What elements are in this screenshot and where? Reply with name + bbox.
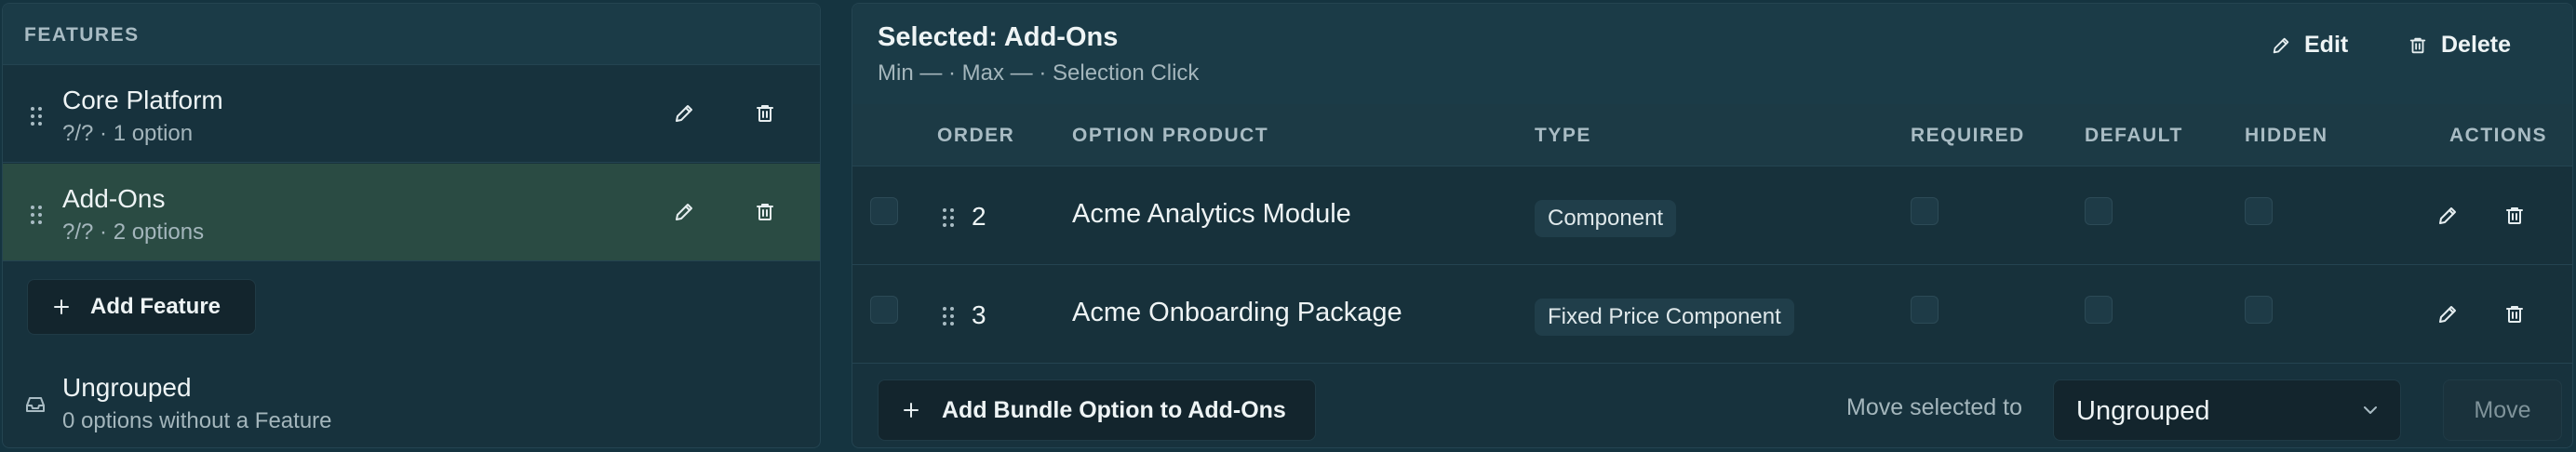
features-panel: FEATURES Core Platform ?/? · 1 option Ad… — [2, 3, 821, 448]
feature-subtitle: ?/? · 2 options — [62, 219, 205, 245]
ungrouped-subtitle: 0 options without a Feature — [62, 408, 332, 433]
row-select-checkbox[interactable] — [870, 197, 898, 225]
plus-icon — [904, 403, 919, 418]
selection-summary: Min — · Max — · Selection Click — [878, 60, 1200, 86]
drag-handle-icon[interactable] — [942, 207, 955, 228]
plus-icon — [54, 299, 69, 314]
edit-option-icon[interactable] — [2432, 299, 2463, 330]
type-badge: Fixed Price Component — [1535, 299, 1794, 336]
feature-subtitle: ?/? · 1 option — [62, 121, 194, 146]
add-bundle-option-button[interactable]: Add Bundle Option to Add-Ons — [878, 379, 1316, 441]
ungrouped-title: Ungrouped — [62, 373, 192, 402]
column-default[interactable]: DEFAULT — [2085, 125, 2183, 147]
add-bundle-option-label: Add Bundle Option to Add-Ons — [942, 396, 1286, 423]
drag-handle-icon[interactable] — [942, 306, 955, 326]
chevron-down-icon — [2361, 401, 2380, 419]
delete-option-icon[interactable] — [2499, 299, 2530, 330]
table-header: ORDER OPTION PRODUCT TYPE REQUIRED DEFAU… — [852, 104, 2572, 166]
order-value: 2 — [972, 202, 986, 231]
column-type[interactable]: TYPE — [1535, 125, 1591, 147]
edit-feature-icon[interactable] — [668, 98, 700, 129]
drag-handle-icon[interactable] — [30, 205, 43, 225]
table-row[interactable]: 2 Acme Analytics Module Component — [852, 166, 2572, 265]
add-feature-label: Add Feature — [90, 294, 221, 319]
move-target-select[interactable]: Ungrouped — [2053, 379, 2401, 441]
selected-feature-panel: Selected: Add-Ons Min — · Max — · Select… — [852, 3, 2573, 448]
inbox-icon — [25, 395, 46, 414]
delete-button[interactable]: Delete — [2408, 32, 2511, 59]
feature-title: Core Platform — [62, 86, 223, 114]
ungrouped-item[interactable]: Ungrouped 0 options without a Feature — [3, 362, 820, 447]
edit-label: Edit — [2304, 32, 2349, 58]
edit-button[interactable]: Edit — [2271, 32, 2348, 59]
hidden-checkbox[interactable] — [2245, 296, 2273, 324]
pencil-icon — [2273, 37, 2289, 53]
move-button[interactable]: Move — [2443, 379, 2562, 441]
table-row[interactable]: 3 Acme Onboarding Package Fixed Price Co… — [852, 265, 2572, 364]
column-hidden[interactable]: HIDDEN — [2245, 125, 2328, 147]
order-value: 3 — [972, 300, 986, 329]
type-badge: Component — [1535, 200, 1677, 237]
selected-header: Selected: Add-Ons Min — · Max — · Select… — [852, 4, 2572, 104]
feature-item-core-platform[interactable]: Core Platform ?/? · 1 option — [3, 65, 820, 163]
page-title: Selected: Add-Ons — [878, 22, 1119, 52]
column-required[interactable]: REQUIRED — [1911, 125, 2025, 147]
feature-item-add-ons[interactable]: Add-Ons ?/? · 2 options — [3, 164, 820, 261]
delete-feature-icon[interactable] — [749, 196, 781, 228]
edit-option-icon[interactable] — [2432, 200, 2463, 232]
column-option-product[interactable]: OPTION PRODUCT — [1072, 125, 1268, 147]
drag-handle-icon[interactable] — [30, 106, 43, 126]
default-checkbox[interactable] — [2085, 197, 2113, 225]
trash-icon — [2409, 37, 2426, 53]
required-checkbox[interactable] — [1911, 197, 1939, 225]
delete-option-icon[interactable] — [2499, 200, 2530, 232]
edit-feature-icon[interactable] — [668, 196, 700, 228]
features-header: FEATURES — [3, 4, 820, 65]
delete-label: Delete — [2441, 32, 2512, 58]
row-select-checkbox[interactable] — [870, 296, 898, 324]
default-checkbox[interactable] — [2085, 296, 2113, 324]
option-product-name: Acme Analytics Module — [1072, 199, 1351, 229]
required-checkbox[interactable] — [1911, 296, 1939, 324]
move-selected-label: Move selected to — [1846, 394, 2022, 420]
table-footer: Add Bundle Option to Add-Ons Move select… — [852, 364, 2572, 447]
add-feature-button[interactable]: Add Feature — [27, 279, 256, 335]
feature-title: Add-Ons — [62, 184, 166, 213]
option-product-name: Acme Onboarding Package — [1072, 298, 1402, 327]
column-actions: ACTIONS — [2449, 125, 2547, 146]
delete-feature-icon[interactable] — [749, 98, 781, 129]
hidden-checkbox[interactable] — [2245, 197, 2273, 225]
move-target-value: Ungrouped — [2076, 396, 2210, 426]
column-order[interactable]: ORDER — [937, 125, 1014, 147]
